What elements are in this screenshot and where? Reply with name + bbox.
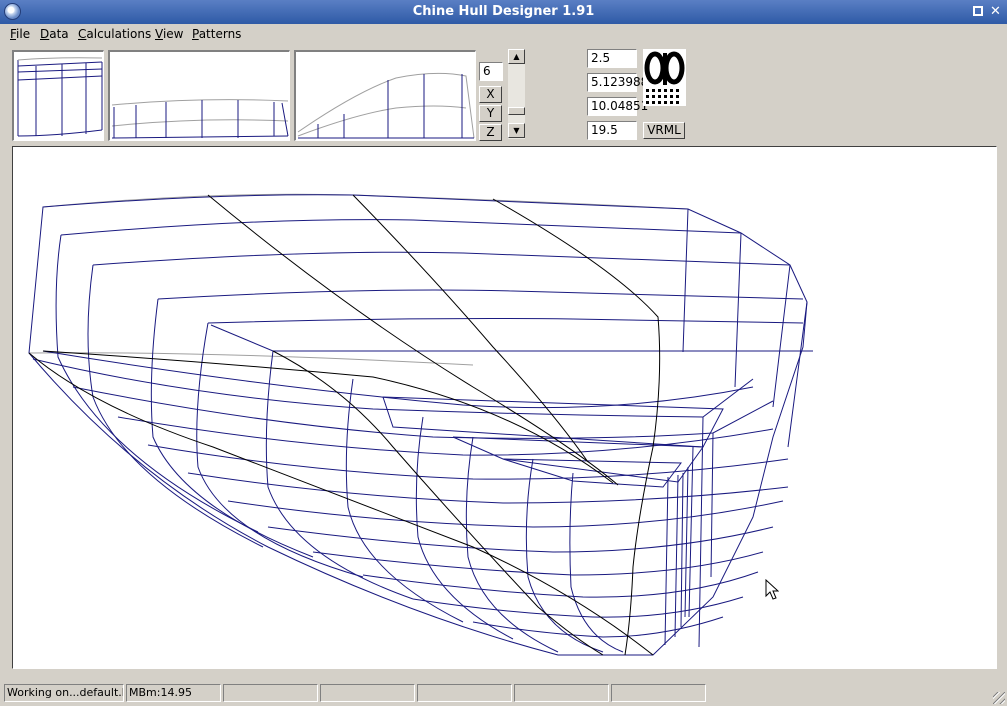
status-pane-6 [514, 684, 609, 702]
maximize-icon [972, 6, 983, 16]
status-pane-5 [417, 684, 512, 702]
menu-data[interactable]: Data [40, 27, 69, 41]
scroll-up-button[interactable]: ▲ [508, 49, 525, 64]
maximize-button[interactable] [970, 4, 985, 19]
value-field-1[interactable]: 2.5 [587, 49, 637, 68]
status-bar: Working on...default.hul MBm:14.95 [0, 683, 1007, 706]
scroll-thumb[interactable] [508, 107, 525, 115]
window-title: Chine Hull Designer 1.91 [412, 4, 595, 19]
menu-view[interactable]: View [155, 27, 183, 41]
title-bar[interactable]: Chine Hull Designer 1.91 ✕ [0, 0, 1007, 24]
value-field-3[interactable]: 10.04851 [587, 97, 648, 116]
status-mbm: MBm:14.95 [126, 684, 221, 702]
menu-file[interactable]: File [10, 27, 30, 41]
station-input[interactable]: 6 [479, 62, 503, 81]
value-field-2[interactable]: 5.123988 [587, 73, 648, 92]
x-axis-button[interactable]: X [479, 86, 502, 103]
y-axis-button[interactable]: Y [479, 105, 502, 122]
company-logo [643, 49, 686, 106]
mouse-cursor-icon [765, 579, 779, 600]
status-pane-3 [223, 684, 318, 702]
value-field-4[interactable]: 19.5 [587, 121, 637, 140]
menu-calculations[interactable]: Calculations [78, 27, 151, 41]
close-icon: ✕ [990, 4, 1001, 19]
scroll-down-button[interactable]: ▼ [508, 123, 525, 138]
hull-3d-view[interactable] [12, 146, 997, 669]
status-file: Working on...default.hul [4, 684, 124, 702]
thumbnail-body-view[interactable] [12, 50, 104, 141]
resize-grip-icon[interactable] [993, 692, 1005, 704]
thumbnail-profile-view[interactable] [108, 50, 290, 141]
close-button[interactable]: ✕ [988, 4, 1003, 19]
vrml-button[interactable]: VRML [643, 122, 685, 139]
sheer-line [42, 193, 689, 210]
app-window: Chine Hull Designer 1.91 ✕ File Data Cal… [0, 0, 1007, 706]
menu-bar: File Data Calculations View Patterns [0, 24, 1007, 45]
z-axis-button[interactable]: Z [479, 124, 502, 141]
status-pane-4 [320, 684, 415, 702]
thumbnail-plan-view[interactable] [294, 50, 476, 141]
status-pane-7 [611, 684, 706, 702]
vertical-scrollbar[interactable]: ▲ ▼ [508, 49, 525, 139]
menu-patterns[interactable]: Patterns [192, 27, 241, 41]
